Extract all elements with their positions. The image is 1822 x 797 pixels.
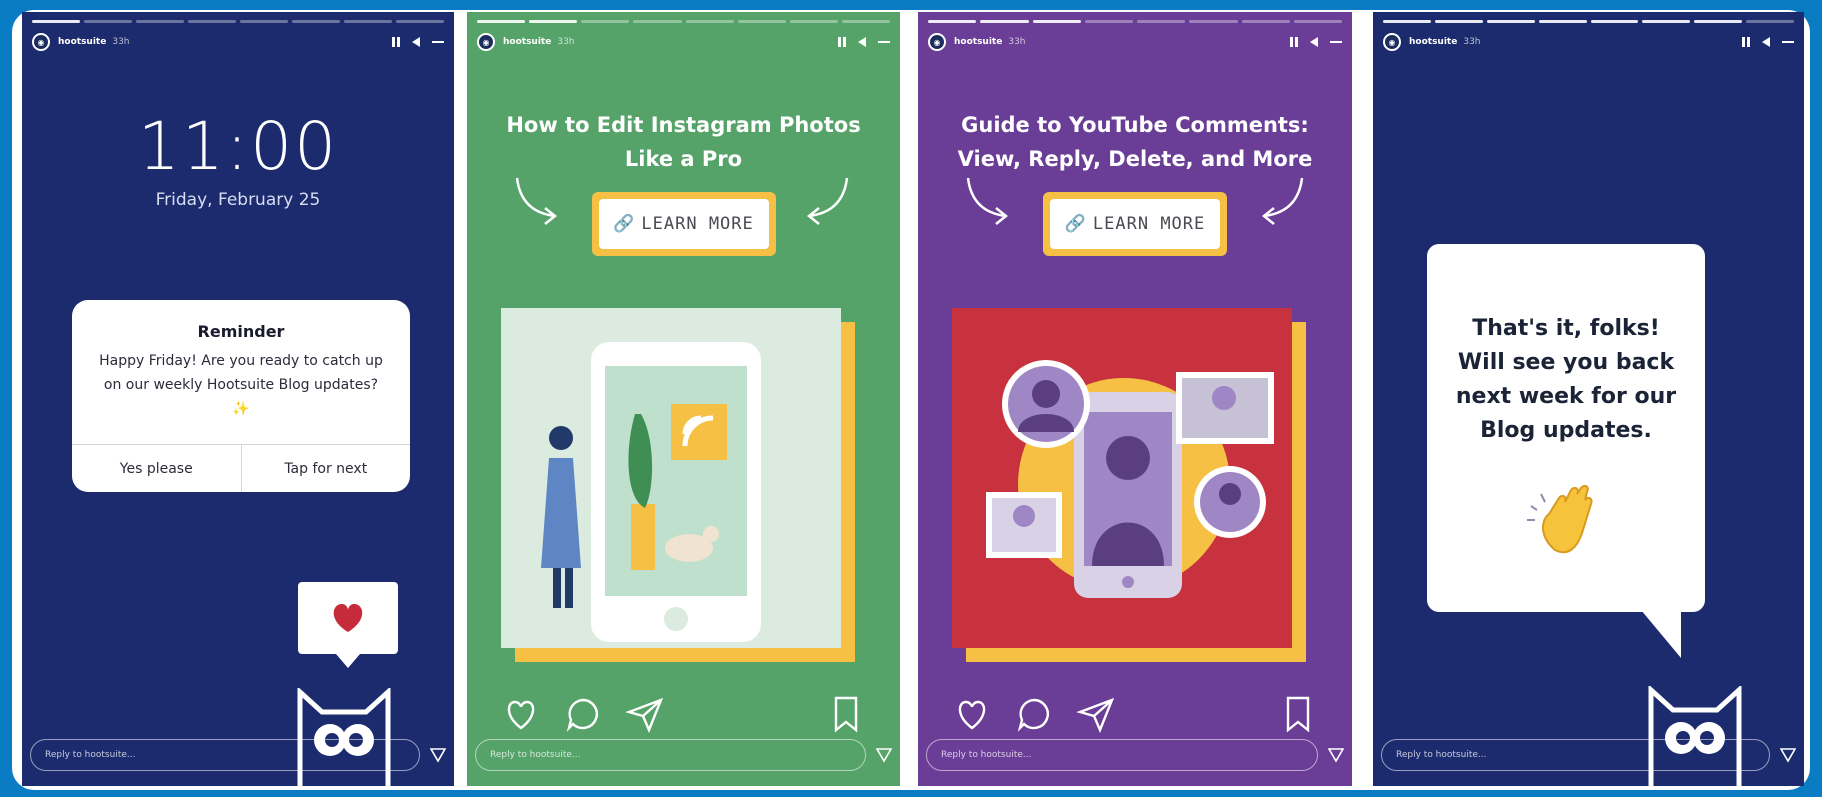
learn-more-label: LEARN MORE — [1092, 214, 1206, 234]
photo-editing-illustration — [501, 308, 855, 662]
heart-outline-icon[interactable] — [501, 694, 541, 734]
reply-input[interactable]: Reply to hootsuite... — [30, 739, 420, 771]
username[interactable]: hootsuite — [1409, 37, 1457, 47]
learn-more-button[interactable]: 🔗 LEARN MORE — [591, 192, 776, 256]
username[interactable]: hootsuite — [954, 37, 1002, 47]
pause-icon[interactable] — [1290, 37, 1298, 47]
pause-icon[interactable] — [392, 37, 400, 47]
send-icon[interactable] — [1328, 747, 1344, 763]
reply-input[interactable]: Reply to hootsuite... — [1381, 739, 1770, 771]
story-instagram-photos[interactable]: ◉ hootsuite 33h How to Edit Instagram Ph… — [467, 12, 900, 786]
more-icon[interactable] — [432, 41, 444, 43]
story-header: ◉ hootsuite 33h — [477, 30, 890, 54]
heart-bubble — [298, 582, 398, 668]
story-title-line: Like a Pro — [624, 147, 743, 171]
sound-icon[interactable] — [1310, 37, 1318, 47]
lock-screen-clock: 11:00 — [137, 108, 339, 185]
story-title-line: Guide to YouTube Comments: — [961, 113, 1309, 137]
arrow-icon — [515, 177, 558, 225]
sound-icon[interactable] — [412, 37, 420, 47]
story-progress-bar — [1383, 20, 1794, 23]
story-header: ◉ hootsuite 33h — [32, 30, 444, 54]
bookmark-icon[interactable] — [1278, 694, 1318, 734]
story-youtube-comments[interactable]: ◉ hootsuite 33h Guide to YouTube Comment… — [918, 12, 1352, 786]
bookmark-icon[interactable] — [826, 694, 866, 734]
notification-title: Reminder — [197, 322, 285, 341]
story-actions — [952, 692, 1318, 736]
avatar[interactable]: ◉ — [1383, 33, 1401, 51]
more-icon[interactable] — [1782, 41, 1794, 43]
pause-icon[interactable] — [838, 37, 846, 47]
username[interactable]: hootsuite — [503, 37, 551, 47]
closing-speech-bubble: That's it, folks! Will see you back next… — [1427, 244, 1705, 658]
avatar[interactable]: ◉ — [928, 33, 946, 51]
post-time: 33h — [557, 37, 575, 47]
reply-input[interactable]: Reply to hootsuite... — [926, 739, 1318, 771]
pause-icon[interactable] — [1742, 37, 1750, 47]
arrow-icon — [966, 177, 1009, 225]
story-title-line: How to Edit Instagram Photos — [506, 113, 861, 137]
story-progress-bar — [928, 20, 1342, 23]
story-header: ◉ hootsuite 33h — [928, 30, 1342, 54]
more-icon[interactable] — [878, 41, 890, 43]
username[interactable]: hootsuite — [58, 37, 106, 47]
post-time: 33h — [112, 37, 130, 47]
send-icon[interactable] — [430, 747, 446, 763]
closing-message-line: next week for our — [1455, 384, 1677, 409]
story-title: How to Edit Instagram Photos Like a Pro — [487, 108, 880, 176]
send-icon[interactable] — [1780, 747, 1796, 763]
notification-body: Happy Friday! Are you ready to catch up … — [99, 353, 383, 417]
reply-input[interactable]: Reply to hootsuite... — [475, 739, 866, 771]
reminder-notification: Reminder Happy Friday! Are you ready to … — [72, 300, 410, 492]
closing-message: That's it, folks! Will see you back next… — [1437, 312, 1695, 448]
closing-message-line: Will see you back — [1457, 350, 1675, 375]
yes-please-button[interactable]: Yes please — [72, 445, 241, 492]
arrow-icon — [806, 177, 849, 225]
waving-hand-icon — [1527, 484, 1593, 554]
comment-icon[interactable] — [563, 694, 603, 734]
link-icon: 🔗 — [613, 214, 636, 234]
youtube-comments-illustration — [952, 308, 1306, 662]
post-time: 33h — [1463, 37, 1481, 47]
tap-for-next-button[interactable]: Tap for next — [240, 445, 411, 492]
arrow-icon — [1261, 177, 1304, 225]
more-icon[interactable] — [1330, 41, 1342, 43]
comment-icon[interactable] — [1014, 694, 1054, 734]
send-icon[interactable] — [876, 747, 892, 763]
closing-message-line: Blog updates. — [1480, 418, 1652, 443]
avatar[interactable]: ◉ — [477, 33, 495, 51]
link-icon: 🔗 — [1064, 214, 1087, 234]
sound-icon[interactable] — [1762, 37, 1770, 47]
sound-icon[interactable] — [858, 37, 866, 47]
story-title: Guide to YouTube Comments: View, Reply, … — [938, 108, 1332, 176]
story-reminder[interactable]: ◉ hootsuite 33h 11:00 Friday, February 2… — [22, 12, 454, 786]
avatar[interactable]: ◉ — [32, 33, 50, 51]
share-icon[interactable] — [625, 694, 665, 734]
share-icon[interactable] — [1076, 694, 1116, 734]
heart-outline-icon[interactable] — [952, 694, 992, 734]
story-header: ◉ hootsuite 33h — [1383, 30, 1794, 54]
heart-icon — [333, 604, 363, 632]
story-closing-message[interactable]: ◉ hootsuite 33h That's it, folks! Will s… — [1373, 12, 1804, 786]
story-progress-bar — [477, 20, 890, 23]
story-progress-bar — [32, 20, 444, 23]
learn-more-button[interactable]: 🔗 LEARN MORE — [1043, 192, 1227, 256]
lock-screen-date: Friday, February 25 — [155, 190, 321, 210]
closing-message-line: That's it, folks! — [1472, 316, 1660, 341]
post-time: 33h — [1008, 37, 1026, 47]
story-title-line: View, Reply, Delete, and More — [957, 147, 1313, 171]
learn-more-label: LEARN MORE — [641, 214, 754, 234]
story-actions — [501, 692, 866, 736]
